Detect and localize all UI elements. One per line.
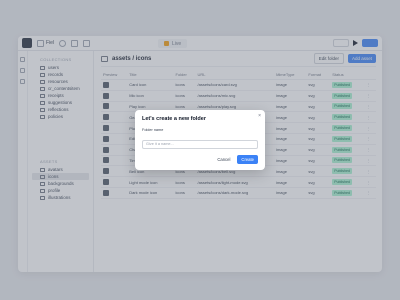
dialog-title: Let's create a new folder [142,116,206,122]
create-folder-dialog: × Let's create a new folder Folder name … [135,110,265,170]
folder-name-label: Folder name [142,128,164,132]
create-button[interactable]: Create [237,155,258,164]
folder-name-input[interactable] [142,139,258,149]
close-icon[interactable]: × [258,113,261,119]
cancel-button[interactable]: Cancel [214,155,233,164]
